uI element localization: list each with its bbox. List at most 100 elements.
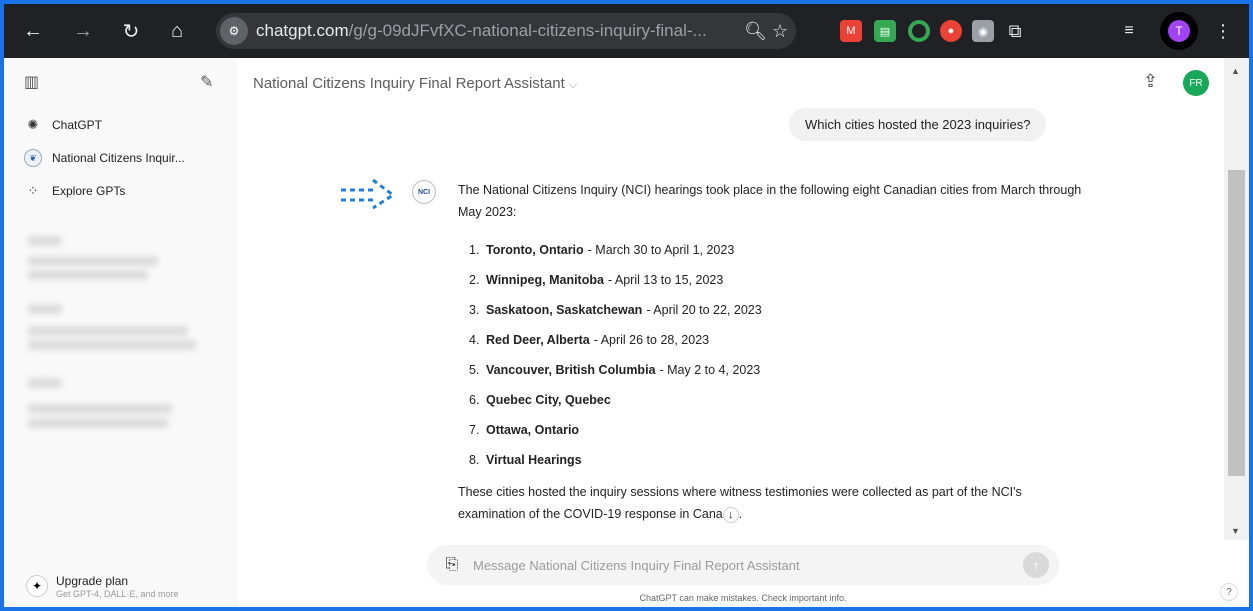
zoom-icon[interactable]: 🔍︎ xyxy=(744,21,767,42)
sidebar-item-label: ChatGPT xyxy=(52,118,103,132)
city-dates: - April 20 to 22, 2023 xyxy=(646,303,762,317)
blurred-history-item[interactable] xyxy=(28,418,168,428)
city-dates: - April 26 to 28, 2023 xyxy=(593,333,710,347)
list-item: 6. Quebec City, Quebec xyxy=(469,385,1088,415)
item-number: 1. xyxy=(469,243,480,257)
print-extension-icon[interactable]: ▤ xyxy=(874,20,896,42)
item-number: 6. xyxy=(469,393,480,407)
list-item: 8. Virtual Hearings xyxy=(469,445,1088,475)
site-info-icon[interactable]: ⚙ xyxy=(220,17,248,45)
forward-button[interactable]: → xyxy=(68,16,98,46)
gpt-title: National Citizens Inquiry Final Report A… xyxy=(253,75,565,92)
openai-logo-icon: ✺ xyxy=(27,117,39,132)
url-domain: chatgpt.com xyxy=(256,21,349,40)
reload-button[interactable]: ↻ xyxy=(116,16,146,46)
upgrade-sublabel: Get GPT-4, DALL·E, and more xyxy=(56,588,179,599)
item-number: 7. xyxy=(469,423,480,437)
item-number: 8. xyxy=(469,453,480,467)
list-item: 1. Toronto, Ontario - March 30 to April 1,… xyxy=(469,235,1088,265)
circle-extension-icon[interactable] xyxy=(908,20,930,42)
scroll-to-bottom-button[interactable]: ↓ xyxy=(722,506,739,523)
answer-outro: These cities hosted the inquiry sessions… xyxy=(458,481,1088,525)
grid-icon: ⁘ xyxy=(27,183,39,198)
list-item: 4. Red Deer, Alberta - April 26 to 28, 202… xyxy=(469,325,1088,355)
chevron-down-icon: ⌵ xyxy=(568,79,578,91)
blurred-history-heading xyxy=(28,304,62,314)
list-item: 2. Winnipeg, Manitoba - April 13 to 15, 20… xyxy=(469,265,1088,295)
blurred-history-item[interactable] xyxy=(28,256,158,266)
user-avatar[interactable]: FR xyxy=(1183,70,1209,96)
camera-extension-icon[interactable]: ◉ xyxy=(972,20,994,42)
bookmark-star-icon[interactable]: ☆ xyxy=(772,21,788,42)
sidebar-item-explore-gpts[interactable]: ⁘ Explore GPTs xyxy=(24,182,126,200)
list-item: 5. Vancouver, British Columbia - May 2 to … xyxy=(469,355,1088,385)
scroll-up-arrow-icon[interactable]: ▲ xyxy=(1231,66,1240,76)
nci-gpt-avatar: NCI xyxy=(412,180,436,204)
item-number: 5. xyxy=(469,363,480,377)
sidebar-toggle-icon[interactable]: ▥ xyxy=(24,72,39,92)
city-name: Ottawa, Ontario xyxy=(486,423,580,437)
blurred-history-heading xyxy=(28,378,62,388)
sidebar-item-label: Explore GPTs xyxy=(52,184,126,198)
answer-outro-tail: . xyxy=(738,507,743,521)
blurred-history-item[interactable] xyxy=(28,340,196,350)
assistant-answer: The National Citizens Inquiry (NCI) hear… xyxy=(458,179,1088,525)
help-button[interactable]: ? xyxy=(1220,583,1238,601)
share-icon[interactable]: ⇪ xyxy=(1143,71,1158,92)
city-name: Red Deer, Alberta xyxy=(486,333,590,347)
extensions-puzzle-icon[interactable]: ⧉ xyxy=(1004,20,1026,42)
profile-avatar: T xyxy=(1168,20,1190,42)
city-name: Quebec City, Quebec xyxy=(486,393,611,407)
city-name: Saskatoon, Saskatchewan xyxy=(486,303,643,317)
nci-logo-icon: ❦ xyxy=(24,149,42,167)
screen-frame: ← → ↻ ⌂ ⚙ chatgpt.com/g/g-09dJFvfXC-nati… xyxy=(4,4,1249,607)
new-chat-icon[interactable]: ✎ xyxy=(200,72,213,92)
browser-menu-icon[interactable]: ⋮ xyxy=(1212,20,1234,42)
back-button[interactable]: ← xyxy=(18,16,48,46)
list-item: 3. Saskatoon, Saskatchewan - April 20 to 2… xyxy=(469,295,1088,325)
url-text: chatgpt.com/g/g-09dJFvfXC-national-citiz… xyxy=(256,21,707,41)
url-path: /g/g-09dJFvfXC-national-citizens-inquiry… xyxy=(348,21,707,40)
answer-intro: The National Citizens Inquiry (NCI) hear… xyxy=(458,183,1082,219)
item-number: 3. xyxy=(469,303,480,317)
item-number: 2. xyxy=(469,273,480,287)
gmail-extension-icon[interactable]: M xyxy=(840,20,862,42)
blurred-history-item[interactable] xyxy=(28,326,188,336)
message-composer: ⎘ ↑ xyxy=(427,545,1059,585)
city-dates: - March 30 to April 1, 2023 xyxy=(587,243,735,257)
sidebar-item-chatgpt[interactable]: ✺ ChatGPT xyxy=(24,116,102,134)
attach-paperclip-icon[interactable]: ⎘ xyxy=(441,556,463,574)
item-number: 4. xyxy=(469,333,480,347)
upgrade-plan-button[interactable]: ✦ Upgrade plan Get GPT-4, DALL·E, and mo… xyxy=(14,568,224,604)
city-dates: - April 13 to 15, 2023 xyxy=(607,273,724,287)
home-button[interactable]: ⌂ xyxy=(162,16,192,46)
scrollbar-thumb[interactable] xyxy=(1228,170,1245,476)
send-button[interactable]: ↑ xyxy=(1023,552,1049,578)
profile-button[interactable]: T xyxy=(1160,12,1198,50)
dashed-arrow-icon xyxy=(341,178,396,210)
reading-list-icon[interactable]: ≡ xyxy=(1118,20,1140,42)
city-name: Winnipeg, Manitoba xyxy=(486,273,604,287)
sparkle-icon: ✦ xyxy=(26,575,48,597)
scroll-down-arrow-icon[interactable]: ▼ xyxy=(1231,526,1240,536)
city-list: 1. Toronto, Ontario - March 30 to April 1,… xyxy=(458,235,1088,475)
sidebar: ▥ ✎ ✺ ChatGPT ❦ National Citizens Inquir… xyxy=(4,58,237,607)
sidebar-item-label: National Citizens Inquir... xyxy=(52,151,185,165)
city-dates: - May 2 to 4, 2023 xyxy=(659,363,761,377)
list-item: 7. Ottawa, Ontario xyxy=(469,415,1088,445)
chat-main: National Citizens Inquiry Final Report A… xyxy=(237,58,1249,607)
blurred-history-item[interactable] xyxy=(28,270,148,280)
browser-toolbar: ← → ↻ ⌂ ⚙ chatgpt.com/g/g-09dJFvfXC-nati… xyxy=(4,4,1249,58)
blurred-history-item[interactable] xyxy=(28,404,172,414)
city-name: Virtual Hearings xyxy=(486,453,582,467)
city-name: Vancouver, British Columbia xyxy=(486,363,656,377)
sidebar-item-nci-gpt[interactable]: ❦ National Citizens Inquir... xyxy=(24,149,185,167)
user-message-bubble: Which cities hosted the 2023 inquiries? xyxy=(789,108,1047,141)
red-extension-icon[interactable]: ● xyxy=(940,20,962,42)
upgrade-label: Upgrade plan xyxy=(56,573,129,588)
message-input[interactable] xyxy=(473,557,1013,573)
gpt-title-dropdown[interactable]: National Citizens Inquiry Final Report A… xyxy=(253,75,577,92)
address-bar[interactable]: ⚙ chatgpt.com/g/g-09dJFvfXC-national-cit… xyxy=(216,13,796,49)
blurred-history-heading xyxy=(28,236,62,246)
scrollbar[interactable]: ▲ ▼ xyxy=(1224,58,1249,540)
